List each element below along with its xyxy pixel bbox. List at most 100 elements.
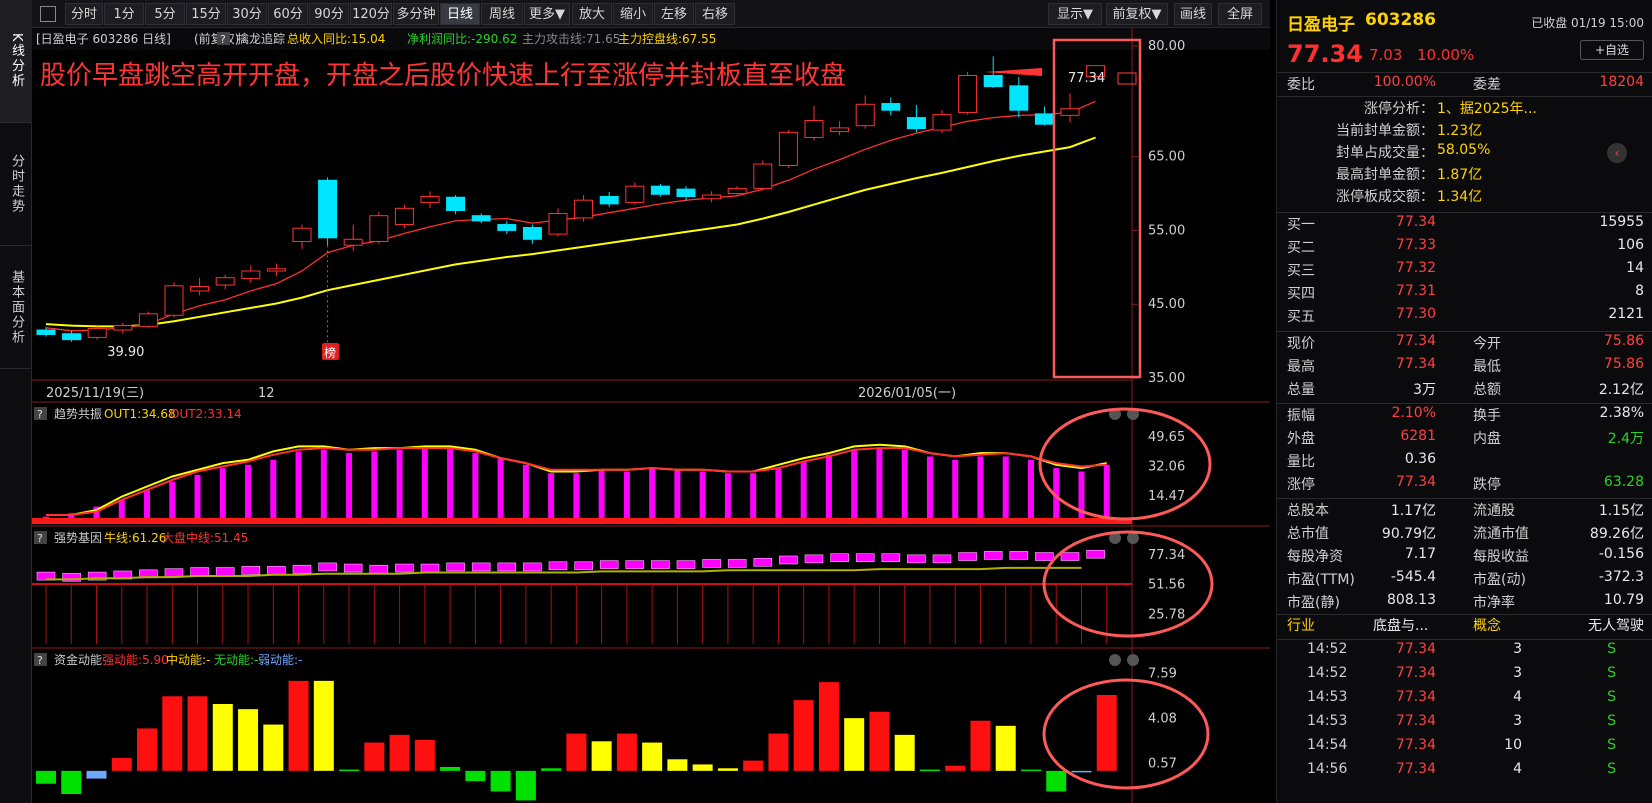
concept-value[interactable]: 无人驾驶: [1588, 615, 1644, 635]
osc-base-band: [32, 518, 1132, 524]
strength-box-6: [190, 567, 209, 576]
stat-key-11-b: 市净率: [1473, 595, 1515, 611]
bid-price-2: 77.32: [1395, 260, 1436, 276]
help-icon-panel-2-text: ?: [37, 654, 43, 667]
header-text-2: 擒龙追踪: [237, 31, 285, 46]
flow-bar-10: [288, 680, 309, 771]
osc-bar-27: [724, 473, 731, 520]
osc-bar-9: [270, 459, 277, 520]
quote-panel: 日盈电子 603286 已收盘 01/19 15:00 +自选 77.34 7.03 10.…: [1276, 0, 1652, 803]
period-button-1[interactable]: 1分: [104, 3, 144, 25]
period-button-3[interactable]: 15分: [186, 3, 226, 25]
period-button-0[interactable]: 分时: [65, 3, 103, 25]
period-button-4[interactable]: 30分: [227, 3, 267, 25]
stat-val-8-a: 90.79亿: [1381, 526, 1436, 542]
toolbar-right-button-3[interactable]: 全屏: [1218, 3, 1262, 25]
flow-bar-32: [844, 718, 865, 771]
flow-bar-7: [212, 704, 233, 771]
tick-time-3: 14:53: [1307, 713, 1348, 729]
candle-body-1: [62, 333, 82, 341]
flow-bar-18: [490, 770, 511, 792]
flow-bar-23: [616, 733, 637, 771]
strength-box-33: [881, 553, 901, 562]
flow-bar-16: [440, 767, 461, 771]
osc-bar-33: [876, 448, 883, 520]
flow-bar-24: [642, 742, 663, 771]
strength-box-30: [804, 554, 824, 564]
stat-val-2-b: 2.12亿: [1598, 382, 1644, 398]
flow-bar-22: [591, 741, 612, 771]
osc-bar-3: [118, 499, 125, 520]
flow-bar-25: [667, 759, 688, 771]
osc-bar-20: [548, 473, 555, 520]
osc-bar-8: [245, 464, 252, 520]
stat-val-11-a: 808.13: [1387, 592, 1436, 608]
period-button-10[interactable]: 周线: [481, 3, 523, 25]
bid-label-1: 买二: [1287, 240, 1315, 256]
stat-val-0-a: 77.34: [1395, 333, 1436, 349]
strength-box-22: [599, 560, 619, 569]
zoom-button-1[interactable]: 缩小: [613, 3, 653, 25]
stat-val-3-b: 2.38%: [1599, 405, 1644, 421]
low-price-label: 39.90: [107, 345, 144, 360]
candle-body-36: [958, 75, 978, 113]
osc-bar-32: [851, 449, 858, 520]
period-button-9[interactable]: 日线: [440, 3, 480, 25]
period-button-5[interactable]: 60分: [268, 3, 308, 25]
tab-fundamentals[interactable]: 基本面分析: [0, 246, 32, 369]
period-button-6[interactable]: 90分: [309, 3, 349, 25]
tab-intraday[interactable]: 分时走势: [0, 123, 32, 246]
stat-val-5-a: 0.36: [1404, 451, 1436, 467]
osc-bar-26: [699, 471, 706, 520]
stat-val-6-b: 63.28: [1603, 474, 1644, 490]
strength-box-40: [1060, 552, 1080, 561]
flow-bar-13: [364, 742, 385, 771]
toolbar-right-button-2[interactable]: 画线: [1174, 3, 1212, 25]
candle-body-12: [343, 238, 363, 246]
price-change-pct: 10.00%: [1417, 46, 1475, 64]
stock-terminal: K线分析 分时走势 基本面分析 分时 1分 5分 15分 30分 60分 90分 120分 多分…: [0, 0, 1652, 803]
header-text-1: (前复权): [194, 31, 239, 46]
period-button-11[interactable]: 更多▼: [524, 3, 570, 25]
candle-body-20: [548, 212, 568, 235]
separator: [1277, 96, 1652, 97]
toolbar-right-button-1[interactable]: 前复权▼: [1106, 3, 1168, 25]
zoom-button-3[interactable]: 右移: [695, 3, 735, 25]
add-favorite-button[interactable]: +自选: [1580, 40, 1644, 60]
tab-kline-analysis[interactable]: K线分析: [0, 0, 32, 123]
osc-bar-22: [598, 469, 605, 520]
stat-key-6-a: 涨停: [1287, 477, 1315, 493]
strength-box-10: [292, 564, 312, 574]
committee-ratio-value: 100.00%: [1373, 74, 1436, 90]
industry-value[interactable]: 底盘与...: [1373, 615, 1428, 635]
tick-side-1: S: [1607, 665, 1616, 681]
panel-2-settings-icon[interactable]: [1109, 654, 1121, 666]
period-button-8[interactable]: 多分钟: [393, 3, 439, 25]
period-button-7[interactable]: 120分: [350, 3, 392, 25]
candle-body-34: [906, 117, 926, 130]
zoom-button-0[interactable]: 放大: [572, 3, 612, 25]
tick-side-4: S: [1607, 737, 1616, 753]
flow-bar-2: [86, 770, 107, 779]
candle-body-19: [522, 226, 542, 240]
zoom-button-2[interactable]: 左移: [654, 3, 694, 25]
collapse-icon[interactable]: ‹: [1607, 143, 1627, 163]
panel-1-close-icon[interactable]: [1127, 532, 1139, 544]
toggle-panel-icon[interactable]: [40, 6, 56, 22]
flow-bar-41: [1071, 770, 1092, 773]
candle-body-9: [266, 268, 286, 272]
candle-body-22: [599, 196, 619, 205]
osc-bar-21: [573, 473, 580, 520]
period-button-2[interactable]: 5分: [145, 3, 185, 25]
flow-bar-6: [187, 696, 208, 771]
toolbar-right-button-0[interactable]: 显示▼: [1048, 3, 1102, 25]
flow-bar-0: [36, 770, 56, 784]
panel-2-close-icon[interactable]: [1127, 654, 1139, 666]
flow-bar-39: [1020, 769, 1041, 772]
candle-body-16: [446, 196, 466, 212]
strength-box-7: [215, 567, 235, 576]
tick-volume-0: 3: [1513, 641, 1522, 657]
strength-box-21: [574, 561, 593, 571]
highlight-box: [1052, 38, 1142, 379]
strength-box-18: [497, 562, 517, 572]
